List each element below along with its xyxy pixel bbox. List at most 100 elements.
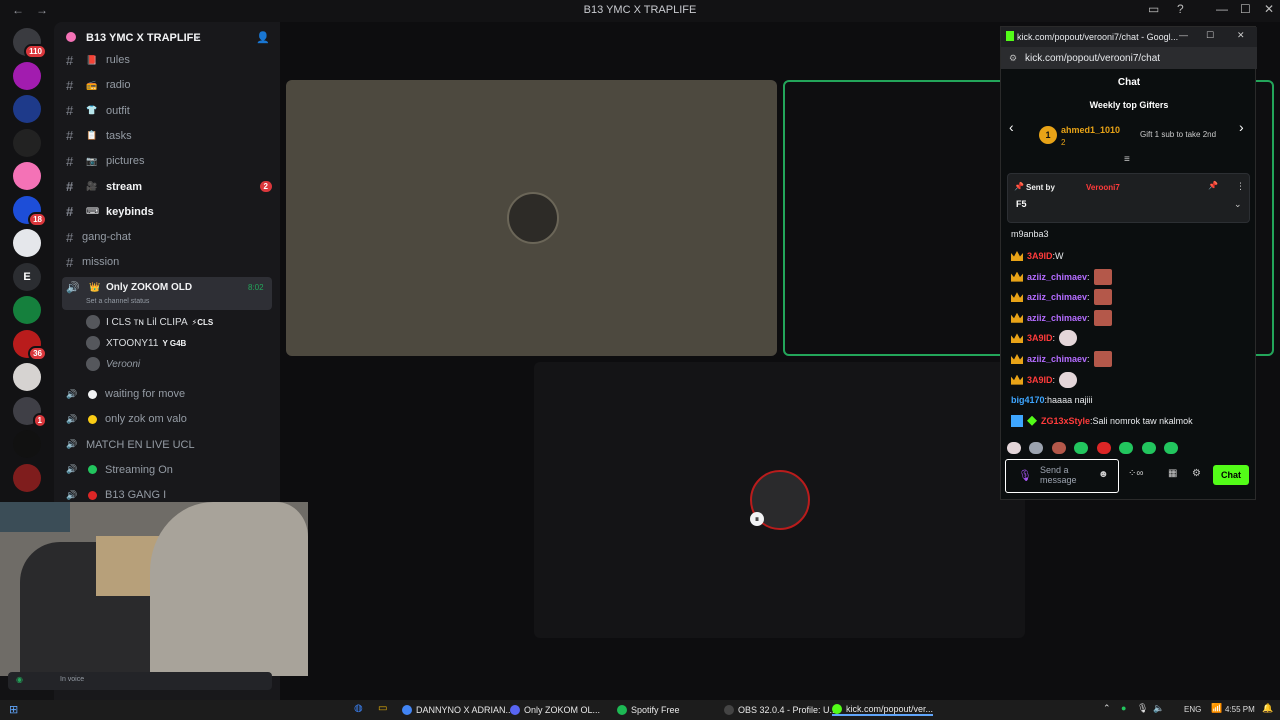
chat-username[interactable]: ZG13xStyle: [1041, 416, 1090, 426]
pinned-user[interactable]: Verooni7: [1086, 183, 1120, 192]
windows-start-icon[interactable]: ⊞: [9, 703, 18, 716]
message-input[interactable]: Send a message: [1040, 465, 1092, 485]
emote-icon[interactable]: [1141, 442, 1156, 454]
channel-label: rules: [106, 54, 130, 66]
wifi-icon[interactable]: 📶: [1211, 703, 1222, 714]
emote-icon[interactable]: [1051, 442, 1066, 454]
taskbar-app[interactable]: OBS 32.0.4 - Profile: U...: [724, 704, 837, 716]
store-icon[interactable]: ▦: [1168, 468, 1177, 479]
server-name[interactable]: B13 YMC X TRAPLIFE: [86, 32, 201, 44]
user-tag: ⚡CLS: [191, 317, 214, 327]
tray-chevron-icon[interactable]: ⌃: [1103, 703, 1111, 714]
server-icon[interactable]: [13, 363, 41, 391]
server-icon[interactable]: E: [13, 262, 41, 291]
voice-user[interactable]: I CLS ᴛɴ Lil CLIPA ⚡CLS: [86, 313, 213, 331]
notification-icon[interactable]: 🔔: [1262, 703, 1273, 714]
clock[interactable]: 4:55 PM: [1225, 705, 1255, 714]
inbox-icon[interactable]: ▭: [1148, 2, 1159, 16]
server-icon[interactable]: 110: [13, 28, 47, 59]
emote-icon[interactable]: [1096, 442, 1111, 454]
chat-send-button[interactable]: Chat: [1213, 465, 1249, 485]
chat-username[interactable]: aziiz_chimaev: [1027, 272, 1087, 282]
settings-icon[interactable]: ⚙: [1192, 468, 1201, 479]
channel-outfit[interactable]: # 👕 outfit: [66, 100, 272, 122]
minimize-icon[interactable]: —: [1216, 2, 1228, 16]
server-icon[interactable]: [13, 162, 41, 190]
channel-status-prompt[interactable]: Set a channel status: [86, 298, 149, 305]
file-explorer-icon[interactable]: ▭: [378, 703, 387, 714]
add-member-icon[interactable]: 👤: [256, 31, 270, 44]
mic-icon[interactable]: 🎙: [1137, 703, 1148, 714]
edge-icon[interactable]: ◍: [354, 703, 363, 714]
close-icon[interactable]: ✕: [1264, 2, 1274, 16]
voice-channel[interactable]: 🔊 waiting for move: [66, 383, 272, 405]
video-tile[interactable]: [286, 80, 777, 356]
collapse-icon[interactable]: ≡: [1124, 154, 1130, 165]
taskbar-app[interactable]: DANNYNO X ADRIAN...: [402, 704, 513, 716]
server-icon[interactable]: [13, 61, 41, 90]
server-icon[interactable]: [13, 463, 41, 492]
chat-username[interactable]: aziiz_chimaev: [1027, 313, 1087, 323]
crown-badge-icon: [1011, 292, 1023, 303]
emote-icon[interactable]: [1164, 442, 1179, 454]
emote-icon[interactable]: [1119, 442, 1134, 454]
maximize-icon[interactable]: ☐: [1240, 2, 1251, 16]
server-icon[interactable]: [13, 229, 41, 257]
chat-username[interactable]: 3A9ID: [1027, 333, 1053, 343]
points-icon[interactable]: ⁘∞: [1128, 468, 1144, 479]
chat-username[interactable]: aziiz_chimaev: [1027, 292, 1087, 302]
address-bar[interactable]: kick.com/popout/verooni7/chat: [1001, 47, 1257, 69]
more-options-icon[interactable]: ⋮: [1236, 181, 1245, 192]
voice-channel[interactable]: 🔊 MATCH EN LIVE UCL: [66, 434, 272, 456]
channel-mission[interactable]: # mission: [66, 251, 272, 273]
site-info-icon[interactable]: ⚙: [1009, 53, 1017, 64]
volume-icon[interactable]: 🔈: [1153, 703, 1164, 714]
voice-channel[interactable]: 🔊 only zok om valo: [66, 408, 272, 430]
channel-tasks[interactable]: # 📋 tasks: [66, 125, 272, 147]
taskbar-app[interactable]: Only ZOKOM OL...: [510, 704, 600, 716]
channel-radio[interactable]: # 📻 radio: [66, 74, 272, 96]
channel-gang-chat[interactable]: # gang-chat: [66, 226, 272, 248]
minimize-icon[interactable]: —: [1179, 30, 1188, 40]
video-tile[interactable]: ⏸: [534, 362, 1025, 638]
taskbar-app[interactable]: kick.com/popout/ver...: [832, 704, 934, 716]
chevron-down-icon[interactable]: ⌄: [193, 31, 201, 42]
help-icon[interactable]: ?: [1177, 2, 1184, 16]
maximize-icon[interactable]: ☐: [1206, 30, 1214, 41]
voice-user[interactable]: XTOONY11 Y G4B: [86, 334, 186, 352]
server-icon[interactable]: [13, 430, 41, 458]
chevron-down-icon[interactable]: ⌄: [1234, 199, 1242, 210]
server-icon[interactable]: [13, 95, 41, 123]
channel-keybinds[interactable]: # ⌨ keybinds: [66, 201, 272, 223]
chat-username[interactable]: 3A9ID: [1027, 251, 1053, 261]
voice-user[interactable]: Verooni: [86, 355, 140, 373]
emoji-icon[interactable]: ☻: [1098, 469, 1109, 480]
channel-stream[interactable]: # 🎥 stream 2: [66, 176, 272, 198]
server-icon[interactable]: [13, 128, 41, 157]
taskbar-app[interactable]: Spotify Free: [617, 704, 680, 716]
channel-pictures[interactable]: # 📷 pictures: [66, 150, 272, 172]
pin-toggle-icon[interactable]: 📌: [1208, 181, 1218, 190]
emote-icon[interactable]: [1029, 442, 1044, 454]
gift-hint[interactable]: Gift 1 sub to take 2nd: [1140, 130, 1216, 139]
emote-icon[interactable]: [1007, 442, 1021, 454]
server-icon[interactable]: 1: [13, 396, 47, 428]
server-icon[interactable]: [13, 296, 41, 324]
channel-rules[interactable]: # 📕 rules: [66, 49, 272, 71]
top-gifter-name[interactable]: ahmed1_1010: [1061, 125, 1120, 135]
chevron-left-icon[interactable]: ‹: [1009, 119, 1014, 135]
close-icon[interactable]: ✕: [1237, 30, 1245, 41]
voice-channel[interactable]: 🔊 Streaming On: [66, 459, 272, 481]
chevron-right-icon[interactable]: ›: [1239, 119, 1244, 135]
chat-window-title: kick.com/popout/verooni7/chat - Googl...: [1001, 27, 1257, 47]
mic-icon[interactable]: 🎙: [1018, 469, 1032, 482]
server-icon[interactable]: 18: [13, 195, 47, 227]
chat-username[interactable]: aziiz_chimaev: [1027, 354, 1087, 364]
tray-app-icon[interactable]: ●: [1121, 703, 1126, 713]
chat-username[interactable]: 3A9ID: [1027, 375, 1053, 385]
emote-icon[interactable]: [1074, 442, 1089, 454]
language-indicator[interactable]: ENG: [1184, 705, 1201, 714]
chat-username[interactable]: big4170: [1011, 395, 1045, 405]
message-input-box[interactable]: 🎙 Send a message ☻: [1005, 459, 1119, 493]
server-icon[interactable]: 36: [13, 329, 47, 361]
